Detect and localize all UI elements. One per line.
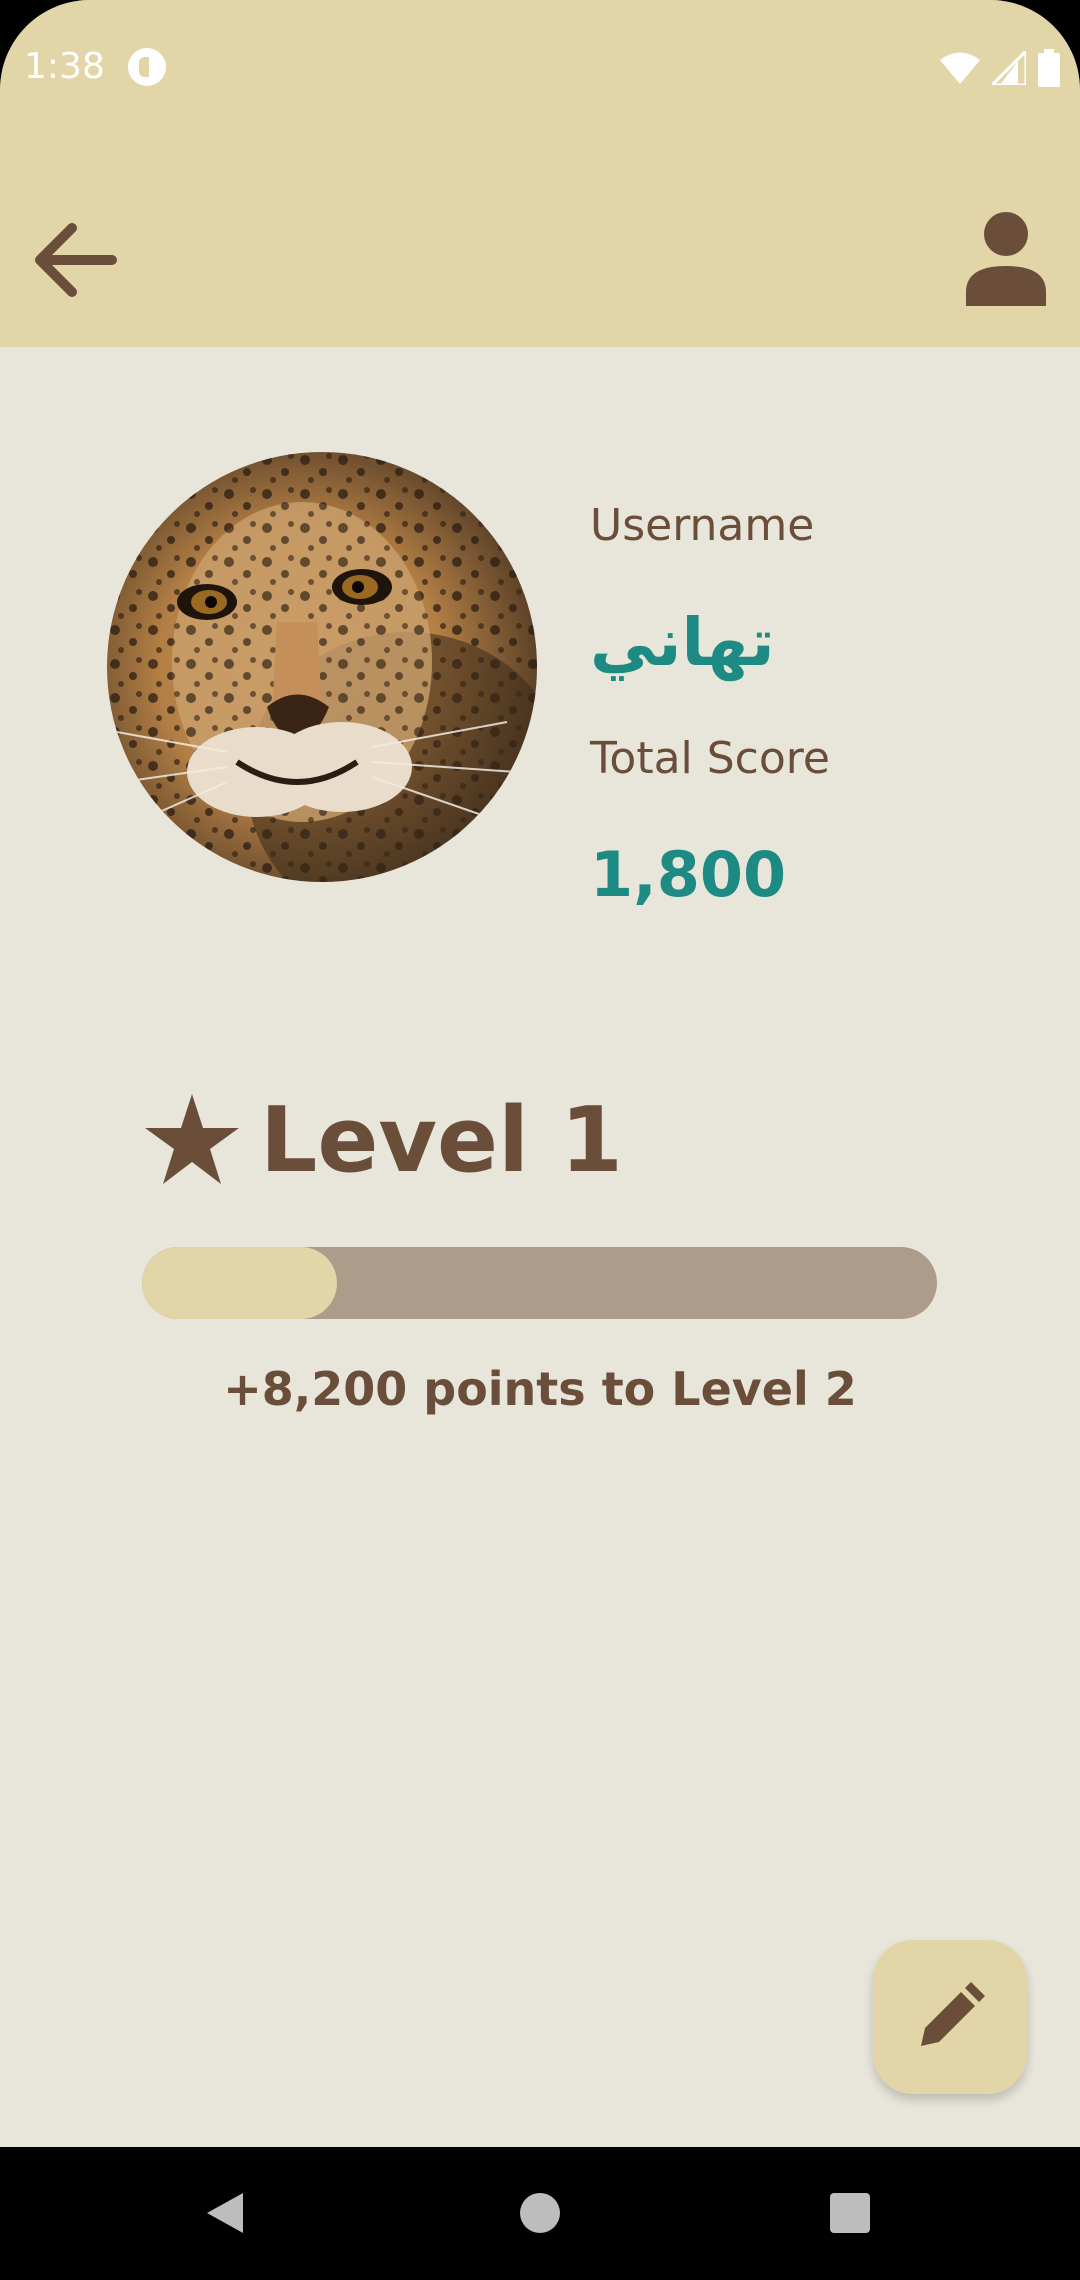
- person-icon: [966, 212, 1046, 306]
- level-progress-fill: [142, 1247, 337, 1319]
- arrow-back-icon: [35, 223, 117, 297]
- leopard-photo: [107, 452, 537, 882]
- username-value: تهاني: [590, 604, 775, 681]
- level-progress-bar: [142, 1247, 937, 1319]
- username-label: Username: [590, 500, 815, 551]
- nav-recents-icon[interactable]: [830, 2193, 870, 2233]
- back-button[interactable]: [32, 222, 118, 298]
- pencil-edit-icon: [921, 1982, 985, 2046]
- system-nav-bar: [0, 2147, 1080, 2280]
- profile-screen: 1:38 Username تهاني Total Score 1,800 Le…: [0, 0, 1080, 2280]
- star-icon: [145, 1094, 239, 1184]
- status-time: 1:38: [24, 46, 105, 87]
- status-icons: [940, 48, 1060, 88]
- battery-icon: [1038, 49, 1060, 87]
- notification-app-icon: [128, 48, 166, 86]
- total-score-label: Total Score: [590, 733, 830, 784]
- edit-profile-button[interactable]: [873, 1940, 1027, 2094]
- points-to-next-level: +8,200 points to Level 2: [223, 1362, 857, 1416]
- cell-signal-icon: [992, 51, 1026, 85]
- level-title: Level 1: [260, 1087, 623, 1193]
- nav-back-icon[interactable]: [205, 2191, 245, 2235]
- app-bar: 1:38: [0, 0, 1080, 347]
- profile-button[interactable]: [964, 210, 1048, 306]
- level-row: Level 1: [142, 1085, 623, 1195]
- nav-home-icon[interactable]: [520, 2193, 560, 2233]
- avatar: [107, 452, 537, 882]
- wifi-icon: [940, 52, 980, 84]
- total-score-value: 1,800: [590, 838, 787, 911]
